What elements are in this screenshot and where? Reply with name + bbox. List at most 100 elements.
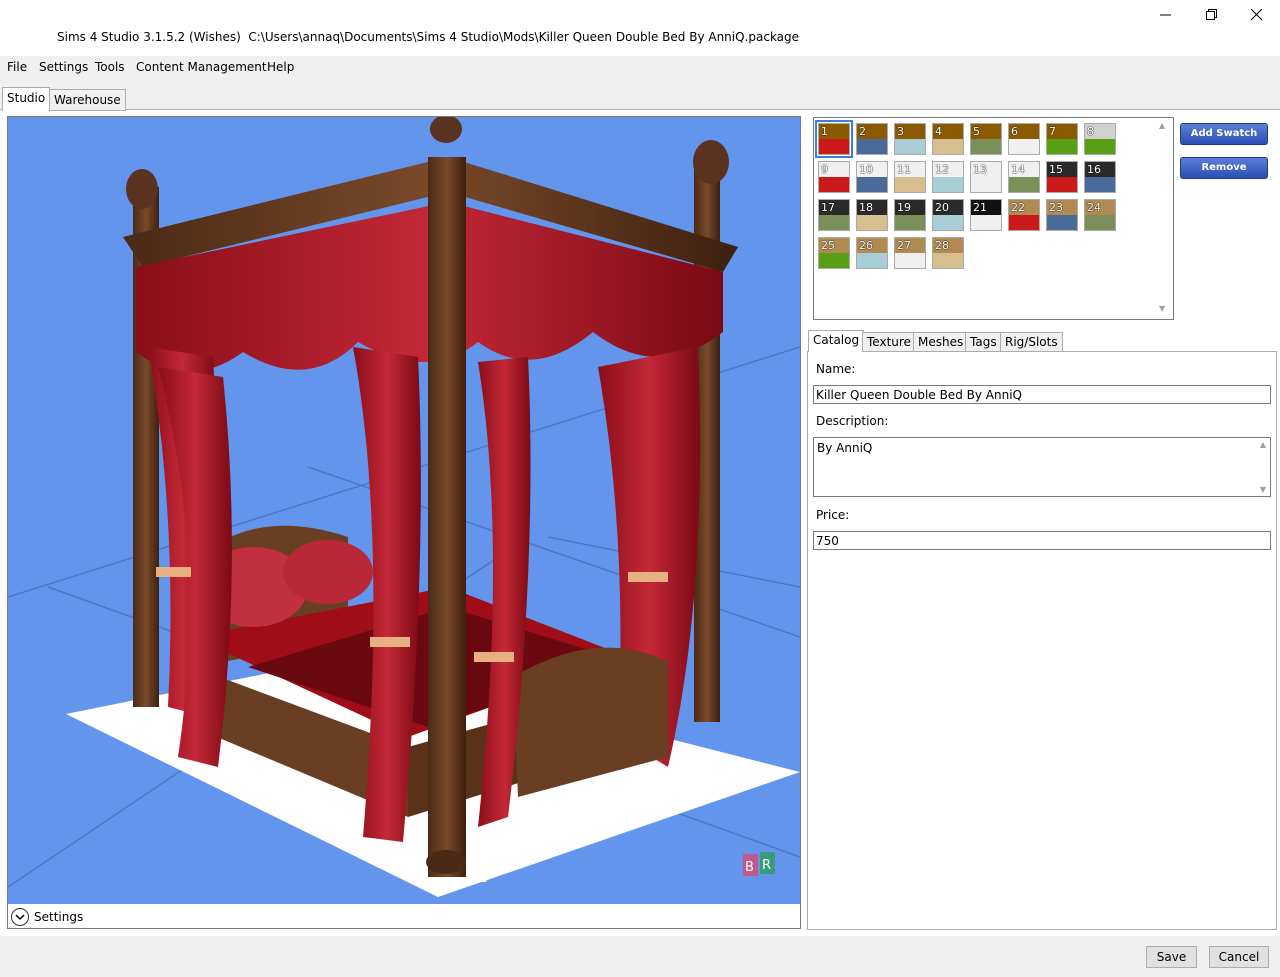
swatch-color-bottom <box>895 139 925 154</box>
swatch-color-bottom <box>971 177 1001 192</box>
restore-icon <box>1206 9 1217 20</box>
swatch-number: 22 <box>1011 201 1025 214</box>
svg-text:B: B <box>745 860 754 875</box>
minimize-button[interactable] <box>1143 0 1189 30</box>
price-field[interactable]: 750 <box>813 531 1271 550</box>
swatch-number: 26 <box>859 239 873 252</box>
swatch-16[interactable]: 16 <box>1084 161 1116 193</box>
swatch-color-bottom <box>1009 177 1039 192</box>
swatch-13[interactable]: 13 <box>970 161 1002 193</box>
remove-swatch-button[interactable]: Remove Swatch <box>1180 157 1268 193</box>
swatch-color-bottom <box>971 215 1001 230</box>
swatch-6[interactable]: 6 <box>1008 123 1040 155</box>
swatch-8[interactable]: 8 <box>1084 123 1116 155</box>
swatch-number: 3 <box>897 125 904 138</box>
tab-catalog[interactable]: Catalog <box>808 330 865 352</box>
swatch-number: 4 <box>935 125 942 138</box>
swatch-21[interactable]: 21 <box>970 199 1002 231</box>
viewport-settings-label[interactable]: Settings <box>34 910 83 924</box>
swatch-number: 8 <box>1087 125 1094 138</box>
chevron-down-icon[interactable] <box>11 908 29 926</box>
swatch-color-bottom <box>895 253 925 268</box>
menu-help[interactable]: Help <box>267 60 294 74</box>
swatch-color-bottom <box>857 253 887 268</box>
swatch-1[interactable]: 1 <box>815 120 853 158</box>
swatch-number: 2 <box>859 125 866 138</box>
swatch-color-bottom <box>819 253 849 268</box>
swatch-number: 7 <box>1049 125 1056 138</box>
tab-rig-slots[interactable]: Rig/Slots <box>1000 332 1063 352</box>
name-label: Name: <box>816 362 856 376</box>
price-label: Price: <box>816 508 850 522</box>
swatch-24[interactable]: 24 <box>1084 199 1116 231</box>
swatch-color-bottom <box>1085 215 1115 230</box>
description-field[interactable]: By AnniQ ▲ ▼ <box>813 437 1271 497</box>
swatch-number: 1 <box>821 125 828 138</box>
tab-texture[interactable]: Texture <box>862 332 916 352</box>
scroll-up-icon[interactable]: ▲ <box>1159 121 1165 130</box>
swatch-11[interactable]: 11 <box>894 161 926 193</box>
close-button[interactable] <box>1234 0 1280 30</box>
swatch-5[interactable]: 5 <box>970 123 1002 155</box>
tab-studio[interactable]: Studio <box>2 87 51 111</box>
swatch-color-bottom <box>857 215 887 230</box>
swatch-23[interactable]: 23 <box>1046 199 1078 231</box>
menu-file[interactable]: File <box>7 60 27 74</box>
swatch-4[interactable]: 4 <box>932 123 964 155</box>
swatch-number: 6 <box>1011 125 1018 138</box>
menu-content-management[interactable]: Content Management <box>136 60 267 74</box>
tab-meshes[interactable]: Meshes <box>913 332 969 352</box>
swatch-28[interactable]: 28 <box>932 237 964 269</box>
swatch-19[interactable]: 19 <box>894 199 926 231</box>
swatch-number: 28 <box>935 239 949 252</box>
menu-tools[interactable]: Tools <box>95 60 125 74</box>
swatch-color-bottom <box>819 177 849 192</box>
swatch-7[interactable]: 7 <box>1046 123 1078 155</box>
swatch-color-bottom <box>933 177 963 192</box>
swatch-26[interactable]: 26 <box>856 237 888 269</box>
swatch-color-bottom <box>1047 177 1077 192</box>
swatch-9[interactable]: 9 <box>818 161 850 193</box>
3d-viewport[interactable]: B R Settings <box>7 116 801 929</box>
swatch-27[interactable]: 27 <box>894 237 926 269</box>
swatch-15[interactable]: 15 <box>1046 161 1078 193</box>
swatch-color-bottom <box>895 215 925 230</box>
tab-warehouse[interactable]: Warehouse <box>49 89 126 111</box>
swatch-number: 10 <box>859 163 873 176</box>
save-button[interactable]: Save <box>1146 946 1197 968</box>
restore-button[interactable] <box>1189 0 1235 30</box>
swatch-25[interactable]: 25 <box>818 237 850 269</box>
swatch-number: 19 <box>897 201 911 214</box>
swatch-14[interactable]: 14 <box>1008 161 1040 193</box>
name-field[interactable]: Killer Queen Double Bed By AnniQ <box>813 385 1271 404</box>
swatch-20[interactable]: 20 <box>932 199 964 231</box>
swatch-17[interactable]: 17 <box>818 199 850 231</box>
scroll-down-icon[interactable]: ▼ <box>1159 304 1165 313</box>
menu-settings[interactable]: Settings <box>39 60 88 74</box>
tab-tags[interactable]: Tags <box>965 332 1002 352</box>
swatch-22[interactable]: 22 <box>1008 199 1040 231</box>
description-scroll-down-icon[interactable]: ▼ <box>1260 485 1266 494</box>
swatch-number: 27 <box>897 239 911 252</box>
swatch-12[interactable]: 12 <box>932 161 964 193</box>
add-swatch-button[interactable]: Add Swatch <box>1180 123 1268 145</box>
viewport-settings-bar[interactable]: Settings <box>8 904 800 928</box>
swatch-number: 23 <box>1049 201 1063 214</box>
description-label: Description: <box>816 414 889 428</box>
swatch-number: 18 <box>859 201 873 214</box>
swatch-10[interactable]: 10 <box>856 161 888 193</box>
close-icon <box>1251 9 1263 21</box>
swatch-3[interactable]: 3 <box>894 123 926 155</box>
swatch-18[interactable]: 18 <box>856 199 888 231</box>
title-bar: Sims 4 Studio 3.1.5.2 (Wishes) C:\Users\… <box>0 0 1280 56</box>
cancel-button[interactable]: Cancel <box>1209 946 1269 968</box>
description-scroll-up-icon[interactable]: ▲ <box>1260 440 1266 449</box>
swatch-number: 24 <box>1087 201 1101 214</box>
swatch-color-bottom <box>971 139 1001 154</box>
swatch-2[interactable]: 2 <box>856 123 888 155</box>
swatch-color-bottom <box>933 215 963 230</box>
swatch-number: 25 <box>821 239 835 252</box>
swatch-color-bottom <box>1085 139 1115 154</box>
swatch-scrollbar[interactable]: ▲ ▼ <box>1155 119 1172 318</box>
swatch-color-bottom <box>933 253 963 268</box>
